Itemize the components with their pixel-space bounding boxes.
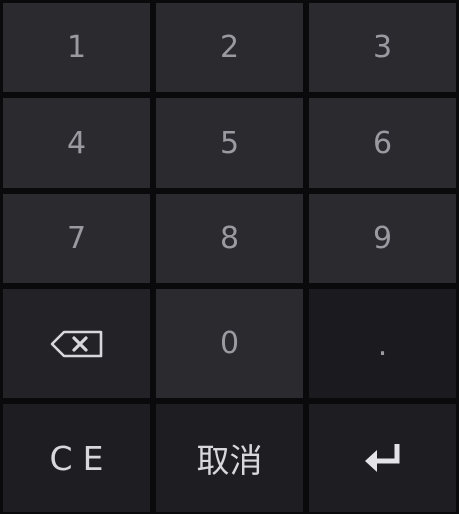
key-3[interactable]: 3 <box>309 3 456 92</box>
backspace-button[interactable] <box>3 289 150 398</box>
key-8[interactable]: 8 <box>156 194 303 283</box>
clear-entry-button[interactable]: CE <box>3 404 150 512</box>
key-7-label: 7 <box>66 221 87 256</box>
key-9[interactable]: 9 <box>309 194 456 283</box>
key-8-label: 8 <box>219 221 240 256</box>
key-9-label: 9 <box>372 221 393 256</box>
key-3-label: 3 <box>372 30 393 65</box>
key-6-label: 6 <box>372 125 393 161</box>
key-0[interactable]: 0 <box>156 289 303 398</box>
key-5-label: 5 <box>219 125 240 161</box>
numeric-keypad: 1 2 3 4 5 6 7 8 9 0 . CE 取消 <box>0 0 459 514</box>
key-1-label: 1 <box>66 30 87 65</box>
key-4[interactable]: 4 <box>3 98 150 188</box>
key-0-label: 0 <box>219 326 240 361</box>
key-2[interactable]: 2 <box>156 3 303 92</box>
enter-icon <box>363 441 403 475</box>
key-7[interactable]: 7 <box>3 194 150 283</box>
key-6[interactable]: 6 <box>309 98 456 188</box>
decimal-point-label: . <box>377 328 388 363</box>
cancel-label: 取消 <box>196 441 263 480</box>
decimal-point-button[interactable]: . <box>309 289 456 398</box>
key-1[interactable]: 1 <box>3 3 150 92</box>
clear-entry-label: CE <box>49 438 114 478</box>
key-2-label: 2 <box>219 30 240 65</box>
cancel-button[interactable]: 取消 <box>156 404 303 512</box>
backspace-icon <box>49 329 105 359</box>
key-4-label: 4 <box>66 125 87 161</box>
key-5[interactable]: 5 <box>156 98 303 188</box>
enter-button[interactable] <box>309 404 456 512</box>
